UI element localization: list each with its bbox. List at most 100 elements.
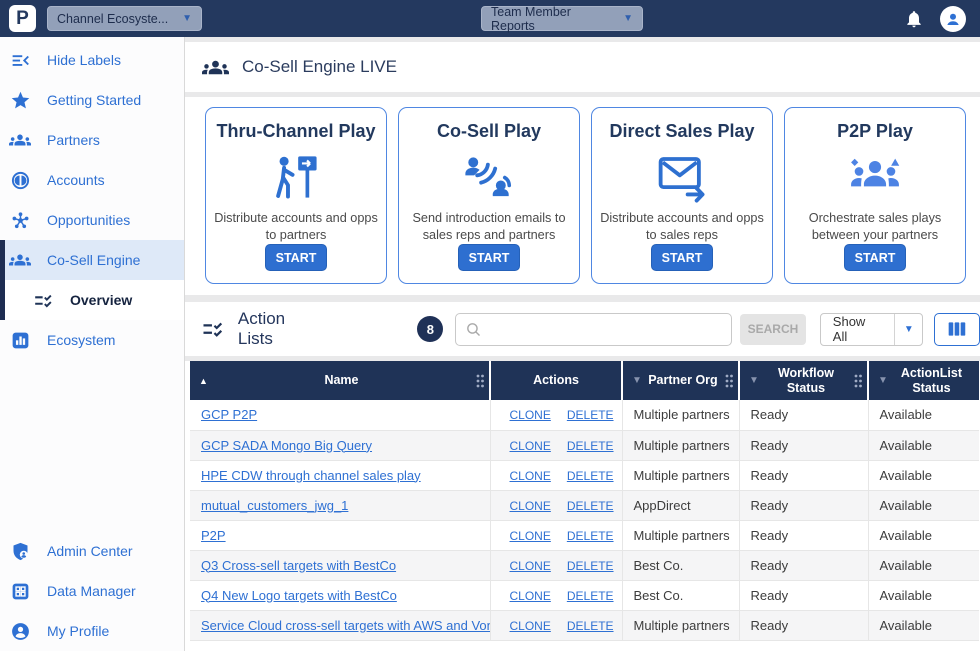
filter-caret-icon[interactable]: ▼ <box>627 375 642 386</box>
drag-handle-icon[interactable] <box>853 373 863 389</box>
card-description: Distribute accounts and opps to partners <box>214 210 378 244</box>
delete-link[interactable]: DELETE <box>567 469 614 483</box>
connect-people-icon <box>462 146 516 208</box>
actionlist-status-cell: Available <box>868 490 979 520</box>
clone-link[interactable]: CLONE <box>510 408 551 422</box>
search-input[interactable] <box>482 314 731 345</box>
column-header-name[interactable]: ▲ Name <box>190 361 490 400</box>
column-header-actionlist-status[interactable]: ▼ ActionList Status <box>868 361 979 400</box>
action-lists-table-wrap: ▲ Name Actions <box>185 361 980 651</box>
search-button[interactable]: SEARCH <box>740 314 806 345</box>
delete-link[interactable]: DELETE <box>567 589 614 603</box>
clone-link[interactable]: CLONE <box>510 499 551 513</box>
start-co-sell-button[interactable]: START <box>458 244 520 271</box>
notifications-bell-icon[interactable] <box>904 9 924 29</box>
start-p2p-button[interactable]: START <box>844 244 906 271</box>
accounts-disc-icon <box>9 169 31 191</box>
chevron-down-icon: ▼ <box>895 324 922 335</box>
partner-org-cell: Multiple partners <box>622 610 739 640</box>
delete-link[interactable]: DELETE <box>567 559 614 573</box>
sidebar-item-accounts[interactable]: Accounts <box>0 160 184 200</box>
admin-shield-icon <box>9 540 31 562</box>
workflow-status-cell: Ready <box>739 400 868 430</box>
sidebar: Hide Labels Getting Started Partners <box>0 37 185 651</box>
action-list-name-link[interactable]: P2P <box>201 528 226 543</box>
filter-caret-icon[interactable]: ▼ <box>744 375 759 386</box>
columns-icon <box>947 320 967 338</box>
clone-link[interactable]: CLONE <box>510 589 551 603</box>
sidebar-item-opportunities[interactable]: Opportunities <box>0 200 184 240</box>
sidebar-item-hide-labels[interactable]: Hide Labels <box>0 40 184 80</box>
clone-link[interactable]: CLONE <box>510 529 551 543</box>
app-logo[interactable]: P <box>9 5 36 32</box>
workflow-status-cell: Ready <box>739 610 868 640</box>
menu-collapse-icon <box>9 49 31 71</box>
sidebar-item-my-profile[interactable]: My Profile <box>0 611 184 651</box>
delete-link[interactable]: DELETE <box>567 439 614 453</box>
actionlist-status-cell: Available <box>868 580 979 610</box>
filter-dropdown[interactable]: Show All ▼ <box>820 313 923 346</box>
clone-link[interactable]: CLONE <box>510 559 551 573</box>
action-list-name-link[interactable]: mutual_customers_jwg_1 <box>201 498 348 513</box>
start-direct-sales-button[interactable]: START <box>651 244 713 271</box>
column-header-partner-org[interactable]: ▼ Partner Org <box>622 361 739 400</box>
play-cards: Thru-Channel Play Distribute <box>185 97 980 295</box>
table-row: Q4 New Logo targets with BestCo CLONE DELE… <box>190 580 979 610</box>
table-row: P2PCLONEDELETEMultiple partnersReadyAvai… <box>190 520 979 550</box>
card-title: P2P Play <box>837 121 913 142</box>
workflow-status-cell: Ready <box>739 460 868 490</box>
card-title: Co-Sell Play <box>437 121 541 142</box>
sidebar-item-overview[interactable]: Overview <box>0 280 184 320</box>
action-list-name-link[interactable]: Q4 New Logo targets with BestCo <box>201 588 397 603</box>
sidebar-item-getting-started[interactable]: Getting Started <box>0 80 184 120</box>
workflow-status-cell: Ready <box>739 430 868 460</box>
clone-link[interactable]: CLONE <box>510 439 551 453</box>
table-row: GCP P2PCLONEDELETEMultiple partnersReady… <box>190 400 979 430</box>
table-row: Q3 Cross-sell targets with BestCo CLONE DE… <box>190 550 979 580</box>
sidebar-item-partners[interactable]: Partners <box>0 120 184 160</box>
workflow-status-cell: Ready <box>739 580 868 610</box>
user-avatar[interactable] <box>940 6 966 32</box>
drag-handle-icon[interactable] <box>475 373 485 389</box>
people-icon <box>9 249 31 271</box>
sidebar-item-admin-center[interactable]: Admin Center <box>0 531 184 571</box>
actionlist-status-cell: Available <box>868 460 979 490</box>
delete-link[interactable]: DELETE <box>567 619 614 633</box>
sidebar-item-ecosystem[interactable]: Ecosystem <box>0 320 184 360</box>
table-row: Service Cloud cross-sell targets with AW… <box>190 610 979 640</box>
clone-link[interactable]: CLONE <box>510 469 551 483</box>
delete-link[interactable]: DELETE <box>567 408 614 422</box>
partner-group-icon <box>847 146 903 208</box>
delete-link[interactable]: DELETE <box>567 499 614 513</box>
search-icon <box>465 321 482 338</box>
delete-link[interactable]: DELETE <box>567 529 614 543</box>
partner-org-cell: Multiple partners <box>622 460 739 490</box>
clone-link[interactable]: CLONE <box>510 619 551 633</box>
table-row: GCP SADA Mongo Big QueryCLONEDELETEMulti… <box>190 430 979 460</box>
workspace-selector[interactable]: Channel Ecosyste... ▼ <box>47 6 202 31</box>
columns-button[interactable] <box>934 313 980 346</box>
column-header-actions[interactable]: Actions <box>490 361 622 400</box>
action-list-name-link[interactable]: Q3 Cross-sell targets with BestCo <box>201 558 396 573</box>
card-description: Distribute accounts and opps to sales re… <box>600 210 764 244</box>
sidebar-item-co-sell-engine[interactable]: Co-Sell Engine <box>0 240 184 280</box>
action-list-name-link[interactable]: Service Cloud cross-sell targets with AW… <box>201 618 490 633</box>
action-list-name-link[interactable]: GCP P2P <box>201 407 257 422</box>
card-co-sell-play: Co-Sell Play Send introduction <box>398 107 580 284</box>
start-thru-channel-button[interactable]: START <box>265 244 327 271</box>
drag-handle-icon[interactable] <box>724 373 734 389</box>
partner-org-cell: AppDirect <box>622 490 739 520</box>
sidebar-item-data-manager[interactable]: Data Manager <box>0 571 184 611</box>
workflow-status-cell: Ready <box>739 550 868 580</box>
filter-caret-icon[interactable]: ▼ <box>873 375 888 386</box>
card-title: Thru-Channel Play <box>216 121 375 142</box>
action-list-name-link[interactable]: GCP SADA Mongo Big Query <box>201 438 372 453</box>
column-header-workflow-status[interactable]: ▼ Workflow Status <box>739 361 868 400</box>
table-header-row: ▲ Name Actions <box>190 361 979 400</box>
report-selector[interactable]: Team Member Reports ▼ <box>481 6 643 31</box>
chevron-down-icon: ▼ <box>182 13 192 24</box>
partner-org-cell: Best Co. <box>622 580 739 610</box>
workspace-selector-label: Channel Ecosyste... <box>57 12 168 26</box>
action-list-name-link[interactable]: HPE CDW through channel sales play <box>201 468 421 483</box>
search-box <box>455 313 732 346</box>
